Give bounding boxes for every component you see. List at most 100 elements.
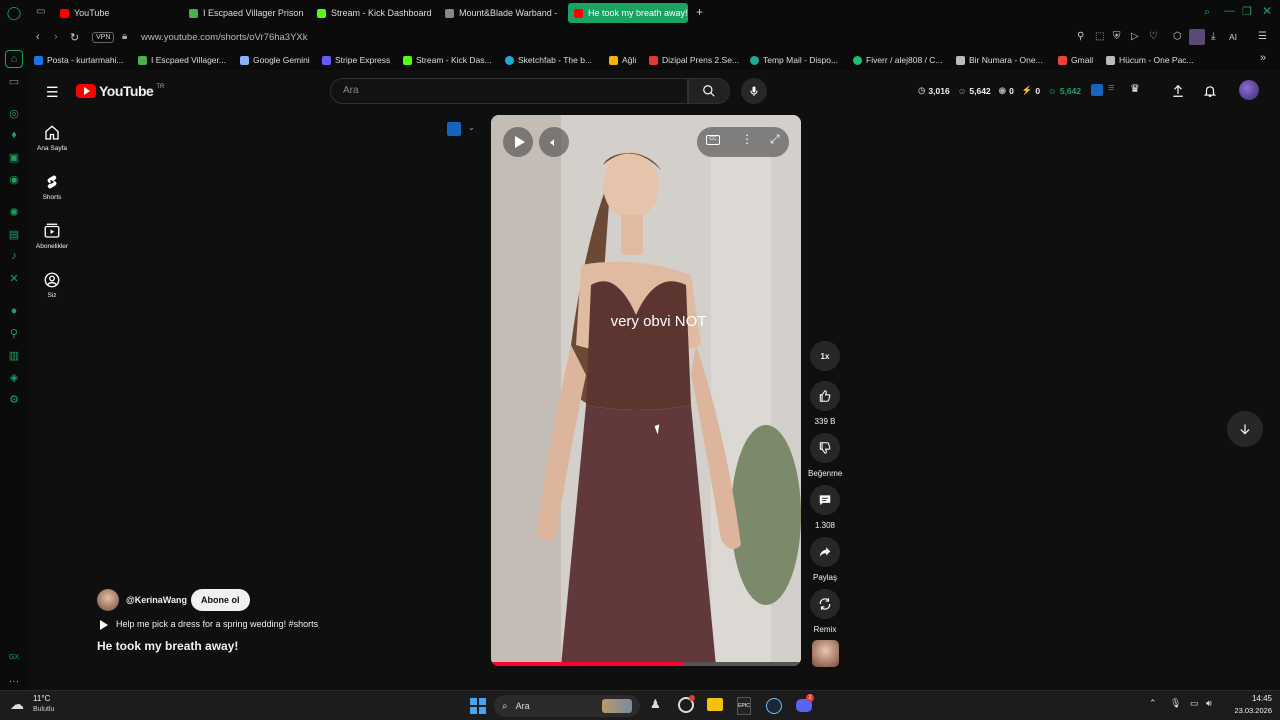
channel-avatar[interactable] [97,589,119,611]
tab-short-active[interactable]: He took my breath away! [568,3,688,23]
bookmark-item[interactable]: Bir Numara - One... [956,53,1043,67]
chevron-down-icon[interactable]: ⌄ [468,123,475,132]
bookmark-item[interactable]: Stream - Kick Das... [403,53,492,67]
instagram-icon[interactable]: ▣ [7,150,21,164]
upload-icon[interactable] [1171,83,1185,99]
mic-tray-icon[interactable]: 🎙︎ [1170,698,1181,709]
guide-item-subscriptions[interactable]: Abonelikler [28,222,76,250]
fullscreen-icon[interactable]: ⤢ [770,132,780,147]
share-action[interactable]: Paylaş [808,537,842,582]
bookmark-item[interactable]: Posta - kurtarmahi... [34,53,124,67]
like-button[interactable] [810,381,840,411]
tab-youtube[interactable]: YouTube [54,3,174,23]
display-tray-icon[interactable]: ▭ [1190,698,1199,709]
tab-mountblade[interactable]: Mount&Blade Warband - T [439,3,559,23]
remix-action[interactable]: Remix [808,589,842,634]
comments-action[interactable]: 1.308 [808,485,842,530]
close-window-icon[interactable]: ✕ [1262,4,1272,18]
spotify-icon[interactable]: ● [7,304,21,318]
task-app-icon[interactable]: ♟ [650,697,664,715]
browser-menu-icon[interactable]: ☰ [1258,31,1267,42]
iq-overlay-icon[interactable] [447,122,461,136]
extensions-icon[interactable]: ⬡ [1173,31,1182,42]
bookmark-item[interactable]: Gmail [1058,53,1093,67]
trophy-icon[interactable]: ♛ [1130,82,1140,95]
bookmark-item[interactable]: Temp Mail - Dispo... [750,53,838,67]
profile-extension-icon[interactable] [1189,29,1205,45]
bookmark-item[interactable]: Ağlı [609,53,637,67]
taskbar-search[interactable]: ⌕ Ara [494,695,640,717]
x-icon[interactable]: ✕ [7,271,21,285]
steam-icon[interactable] [766,698,782,714]
weather-widget[interactable]: ☁ [10,696,32,712]
windows-start-icon[interactable] [470,698,486,714]
next-short-button[interactable] [1227,411,1263,447]
speed-button[interactable]: 1x [810,341,840,371]
bookmark-icon[interactable]: ⚲ [1077,31,1084,42]
minimize-icon[interactable]: — [1224,5,1235,17]
short-description[interactable]: Help me pick a dress for a spring weddin… [116,619,318,629]
account-avatar[interactable] [1239,80,1259,100]
progress-track[interactable] [491,662,801,666]
file-explorer-icon[interactable] [707,698,723,711]
twitch-icon[interactable]: ▤ [7,227,21,241]
vpn-badge[interactable]: VPN [92,32,115,43]
opera-logo-icon[interactable]: ◯ [7,5,22,20]
captions-icon[interactable]: CC [706,135,720,145]
tab-kick[interactable]: Stream - Kick Dashboard [311,3,436,23]
bookmark-item[interactable]: Hücum - One Pac... [1106,53,1194,67]
volume-button[interactable]: 🔈︎ [539,127,569,157]
epic-games-icon[interactable]: EPIC [737,697,751,715]
tray-chevron-icon[interactable]: ⌃ [1149,698,1157,709]
list-extension-icon[interactable]: ≡ [1108,82,1114,94]
whatsapp-icon[interactable]: ◉ [7,172,21,186]
reload-icon[interactable]: ↻ [70,31,79,44]
guide-item-you[interactable]: Siz [28,271,76,299]
forward-icon[interactable]: › [54,31,58,43]
search-button[interactable] [688,78,730,104]
more-bookmarks-icon[interactable]: » [1260,52,1266,64]
voice-search-button[interactable] [741,78,767,104]
subscribe-button[interactable]: Abone ol [191,589,250,611]
more-icon[interactable]: … [7,672,21,686]
iq-extension-icon[interactable] [1091,84,1103,96]
tiktok-icon[interactable]: ♪ [7,249,21,263]
dislike-button[interactable] [810,433,840,463]
like-action[interactable]: 339 B [808,381,842,426]
search-tabs-icon[interactable]: ⌕ [1204,6,1210,19]
clock-date[interactable]: 23.03.2026 [1212,706,1272,715]
history-icon[interactable]: ◈ [7,370,21,384]
heart-icon[interactable]: ♡ [1149,31,1158,42]
share-button[interactable] [810,537,840,567]
bookmark-item[interactable]: Google Gemini [240,53,310,67]
tab-villager[interactable]: I Escpaed Villager Prison [183,3,303,23]
channel-name[interactable]: @KerinaWang [126,595,187,605]
gx-icon[interactable]: GX [7,650,21,664]
player-toolbar-icon[interactable]: ▷ [1131,31,1139,42]
play-button[interactable] [503,127,533,157]
bookmark-item[interactable]: I Escpaed Villager... [138,53,226,67]
short-video-player[interactable]: 🔈︎ CC ⋮ ⤢ very obvi NOT [491,115,801,666]
home-sidebar-icon[interactable]: ⌂ [5,50,23,68]
back-icon[interactable]: ‹ [36,31,40,43]
comments-button[interactable] [810,485,840,515]
hamburger-menu-icon[interactable]: ☰ [46,84,59,101]
sound-thumbnail[interactable] [812,640,839,667]
snapshot-icon[interactable]: ⬚ [1095,31,1104,42]
messenger-icon[interactable]: ♦ [7,128,21,142]
more-vert-icon[interactable]: ⋮ [741,132,753,146]
pin-icon[interactable]: ⚲ [7,326,21,340]
aria-icon[interactable]: ◎ [7,106,21,120]
bookmark-item[interactable]: Fiverr / alej808 / C... [853,53,943,67]
adblock-icon[interactable]: ⛨ [1113,31,1121,42]
guide-item-shorts[interactable]: Shorts [28,173,76,201]
url-field[interactable]: www.youtube.com/shorts/oVr76ha3YXk [141,32,308,43]
remix-button[interactable] [810,589,840,619]
player-icon[interactable]: ▥ [7,348,21,362]
notifications-icon[interactable] [1203,83,1217,99]
speed-action[interactable]: 1x [808,341,842,371]
ai-button[interactable]: AI [1229,32,1237,42]
search-input[interactable]: Ara [330,78,688,104]
new-tab-button[interactable]: + [696,5,703,19]
lock-icon[interactable]: 🔒︎ [122,31,127,42]
